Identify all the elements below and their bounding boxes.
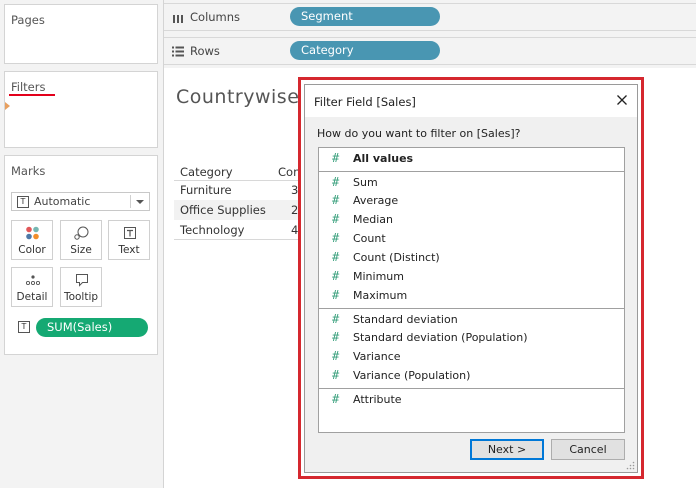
rows-shelf[interactable]: Rows Category	[164, 37, 696, 65]
header-measure: Cons	[278, 165, 298, 179]
option-count[interactable]: # Count	[319, 230, 624, 248]
dialog-titlebar[interactable]: Filter Field [Sales]	[305, 85, 637, 117]
option-label: Minimum	[353, 270, 404, 283]
option-average[interactable]: # Average	[319, 192, 624, 210]
list-separator	[319, 171, 624, 172]
option-attribute[interactable]: # Attribute	[319, 391, 624, 409]
measure-field-icon: #	[332, 392, 340, 406]
measure-field-icon: #	[332, 349, 340, 363]
measure-field-icon: #	[332, 330, 340, 344]
mark-type-value: Automatic	[34, 195, 91, 208]
measure-field-icon: #	[332, 269, 340, 283]
close-icon[interactable]	[615, 93, 629, 107]
size-icon	[74, 226, 89, 240]
table-row[interactable]: Office Supplies 2	[174, 200, 298, 220]
filter-options-list[interactable]: # All values # Sum # Average # Median # …	[318, 147, 625, 433]
dialog-title: Filter Field [Sales]	[314, 95, 416, 109]
measure-field-icon: #	[332, 212, 340, 226]
columns-shelf[interactable]: Columns Segment	[164, 3, 696, 31]
row-category: Technology	[180, 223, 245, 237]
text-icon	[124, 227, 136, 239]
option-label: Variance	[353, 350, 401, 363]
table-row[interactable]: Furniture 3	[174, 180, 298, 200]
option-maximum[interactable]: # Maximum	[319, 287, 624, 305]
option-count-distinct[interactable]: # Count (Distinct)	[319, 249, 624, 267]
option-label: Average	[353, 194, 399, 207]
drop-indicator-icon	[5, 102, 10, 110]
rows-label: Rows	[190, 44, 220, 58]
option-variance-population[interactable]: # Variance (Population)	[319, 367, 624, 385]
next-button[interactable]: Next >	[470, 439, 544, 460]
dialog-question: How do you want to filter on [Sales]?	[317, 127, 521, 140]
detail-button[interactable]: Detail	[11, 267, 53, 307]
chevron-down-icon	[136, 200, 144, 204]
table-row[interactable]: Technology 4	[174, 220, 298, 240]
option-sum[interactable]: # Sum	[319, 174, 624, 192]
text-encoding-icon: T	[18, 321, 30, 333]
option-label: Count	[353, 232, 386, 245]
option-label: All values	[353, 152, 414, 165]
measure-field-icon: #	[332, 231, 340, 245]
measure-field-icon: #	[332, 312, 340, 326]
tooltip-button[interactable]: Tooltip	[60, 267, 102, 307]
pages-title: Pages	[11, 13, 45, 27]
columns-icon	[173, 15, 183, 23]
option-median[interactable]: # Median	[319, 211, 624, 229]
tooltip-label: Tooltip	[63, 291, 99, 303]
measure-field-icon: #	[332, 368, 340, 382]
measure-field-icon: #	[332, 151, 340, 165]
detail-label: Detail	[16, 291, 48, 303]
option-label: Attribute	[353, 393, 402, 406]
size-button[interactable]: Size	[60, 220, 102, 260]
marks-card: Marks T Automatic Color Size Text Detail…	[4, 155, 158, 355]
size-label: Size	[70, 244, 92, 256]
color-icon	[26, 226, 39, 240]
filters-card[interactable]: Filters	[4, 71, 158, 148]
option-standard-deviation-population[interactable]: # Standard deviation (Population)	[319, 329, 624, 347]
category-pill[interactable]: Category	[290, 41, 440, 60]
row-category: Furniture	[180, 183, 232, 197]
option-variance[interactable]: # Variance	[319, 348, 624, 366]
color-button[interactable]: Color	[11, 220, 53, 260]
detail-icon	[25, 275, 41, 286]
option-label: Variance (Population)	[353, 369, 471, 382]
measure-field-icon: #	[332, 288, 340, 302]
filter-field-dialog: Filter Field [Sales] How do you want to …	[304, 84, 638, 473]
measure-field-icon: #	[332, 175, 340, 189]
view-title: Countrywise S	[176, 86, 302, 108]
measure-field-icon: #	[332, 250, 340, 264]
filters-underline-annotation	[9, 94, 55, 96]
option-label: Standard deviation (Population)	[353, 331, 528, 344]
filters-title: Filters	[11, 80, 46, 94]
option-label: Maximum	[353, 289, 408, 302]
mark-type-dropdown[interactable]: T Automatic	[11, 192, 150, 211]
text-label: Text	[118, 244, 140, 256]
header-category: Category	[180, 165, 233, 179]
color-label: Color	[18, 244, 46, 256]
option-minimum[interactable]: # Minimum	[319, 268, 624, 286]
option-label: Standard deviation	[353, 313, 458, 326]
option-all-values[interactable]: # All values	[319, 150, 624, 168]
row-category: Office Supplies	[180, 203, 266, 217]
measure-field-icon: #	[332, 193, 340, 207]
segment-pill[interactable]: Segment	[290, 7, 440, 26]
option-label: Sum	[353, 176, 378, 189]
text-button[interactable]: Text	[108, 220, 150, 260]
list-separator	[319, 308, 624, 309]
cancel-button[interactable]: Cancel	[551, 439, 625, 460]
dropdown-separator	[130, 195, 131, 208]
option-label: Count (Distinct)	[353, 251, 440, 264]
rows-icon	[172, 46, 184, 57]
marks-title: Marks	[11, 164, 46, 178]
columns-label: Columns	[190, 10, 241, 24]
tooltip-icon	[76, 274, 88, 287]
option-standard-deviation[interactable]: # Standard deviation	[319, 311, 624, 329]
sum-sales-pill[interactable]: SUM(Sales)	[36, 318, 148, 337]
list-separator	[319, 388, 624, 389]
option-label: Median	[353, 213, 394, 226]
pages-card[interactable]: Pages	[4, 4, 158, 64]
table-bottom-divider	[174, 239, 298, 240]
resize-grip-icon[interactable]	[625, 460, 635, 470]
text-mark-icon: T	[17, 196, 29, 208]
